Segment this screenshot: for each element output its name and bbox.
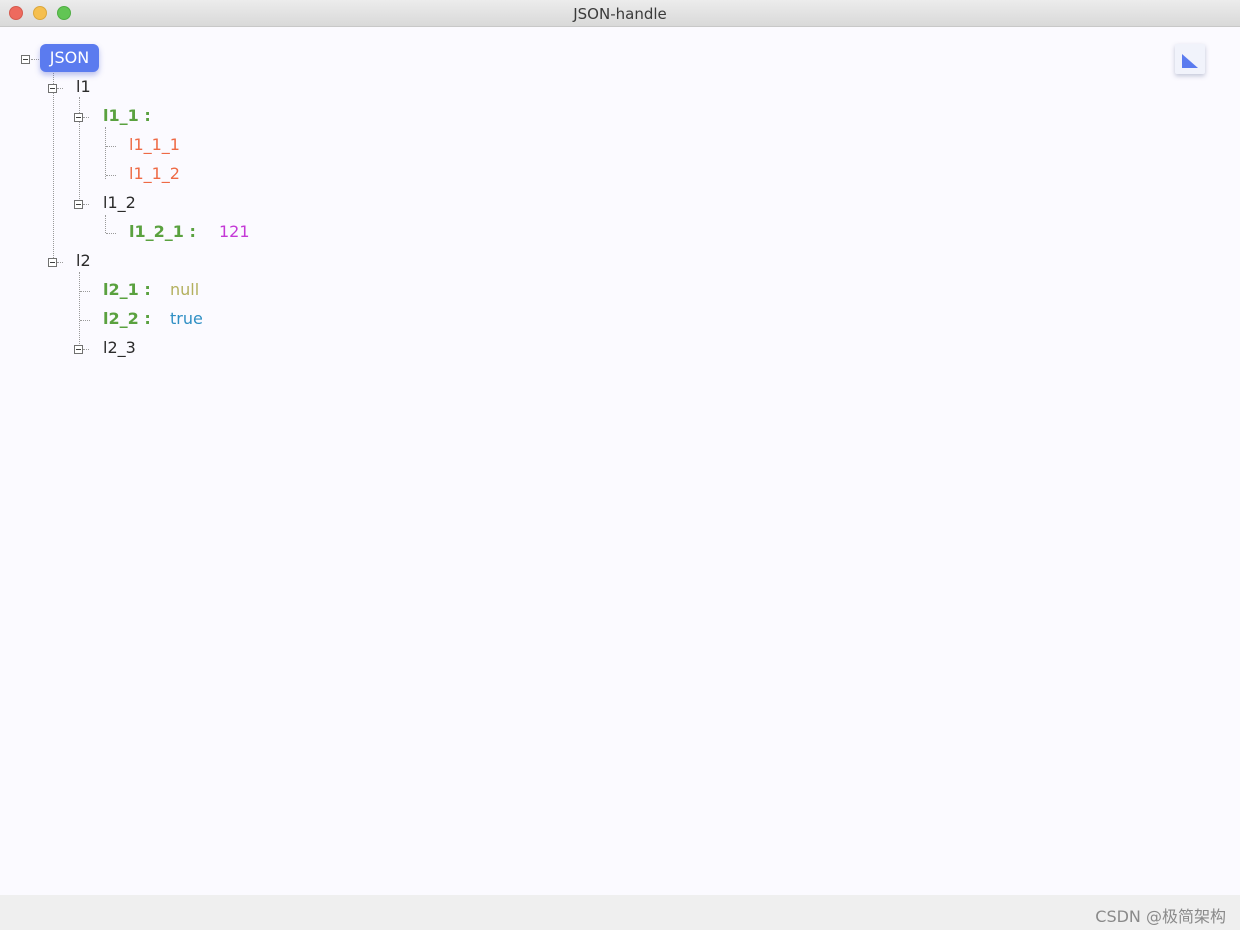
minus-box-icon[interactable] — [21, 55, 30, 64]
tree-guide-line — [105, 215, 106, 233]
tree-guide-line — [83, 117, 89, 118]
tree-node-l1-2-1-value[interactable]: 121 — [219, 221, 250, 243]
tree-guide-line — [53, 67, 54, 262]
tree-guide-line — [106, 146, 116, 147]
tree-node-l1-2-1-key[interactable]: l1_2_1 : — [129, 221, 196, 243]
tree-guide-line — [79, 272, 80, 350]
tree-node-l2-2-key[interactable]: l2_2 : — [103, 308, 151, 330]
collapse-corner-icon — [1182, 54, 1198, 68]
minus-box-icon[interactable] — [48, 258, 57, 267]
tree-guide-line — [80, 320, 90, 321]
watermark-text: CSDN @极简架构 — [1095, 907, 1226, 926]
tree-guide-line — [31, 59, 39, 60]
tree-view: JSON l1 l1_1 : l1_1_1 l1_1_2 l1_2 l1_2_1… — [0, 27, 1240, 895]
tree-node-l1-1-2[interactable]: l1_1_2 — [129, 163, 180, 185]
tree-node-l1[interactable]: l1 — [76, 76, 91, 98]
minus-box-icon[interactable] — [74, 200, 83, 209]
tree-node-l2[interactable]: l2 — [76, 250, 91, 272]
tree-guide-line — [106, 233, 116, 234]
tree-node-l2-2-value[interactable]: true — [170, 308, 203, 330]
tree-node-l1-1[interactable]: l1_1 : — [103, 105, 151, 127]
minus-box-icon[interactable] — [74, 113, 83, 122]
title-bar: JSON-handle — [0, 0, 1240, 27]
tree-guide-line — [106, 175, 116, 176]
tree-node-l1-2[interactable]: l1_2 — [103, 192, 136, 214]
tree-guide-line — [57, 88, 63, 89]
tree-guide-line — [105, 127, 106, 179]
tree-node-l2-1-key[interactable]: l2_1 : — [103, 279, 151, 301]
minus-box-icon[interactable] — [74, 345, 83, 354]
tree-guide-line — [80, 291, 90, 292]
tree-node-l2-3[interactable]: l2_3 — [103, 337, 136, 359]
minus-box-icon[interactable] — [48, 84, 57, 93]
tree-guide-line — [57, 262, 63, 263]
tree-node-l1-1-1[interactable]: l1_1_1 — [129, 134, 180, 156]
collapse-corner-button[interactable] — [1175, 44, 1205, 74]
status-bar: CSDN @极简架构 — [0, 895, 1240, 930]
tree-guide-line — [83, 349, 89, 350]
tree-guide-line — [83, 204, 89, 205]
tree-node-l2-1-value[interactable]: null — [170, 279, 199, 301]
window-title: JSON-handle — [573, 5, 667, 23]
tree-root-node[interactable]: JSON — [40, 44, 99, 72]
